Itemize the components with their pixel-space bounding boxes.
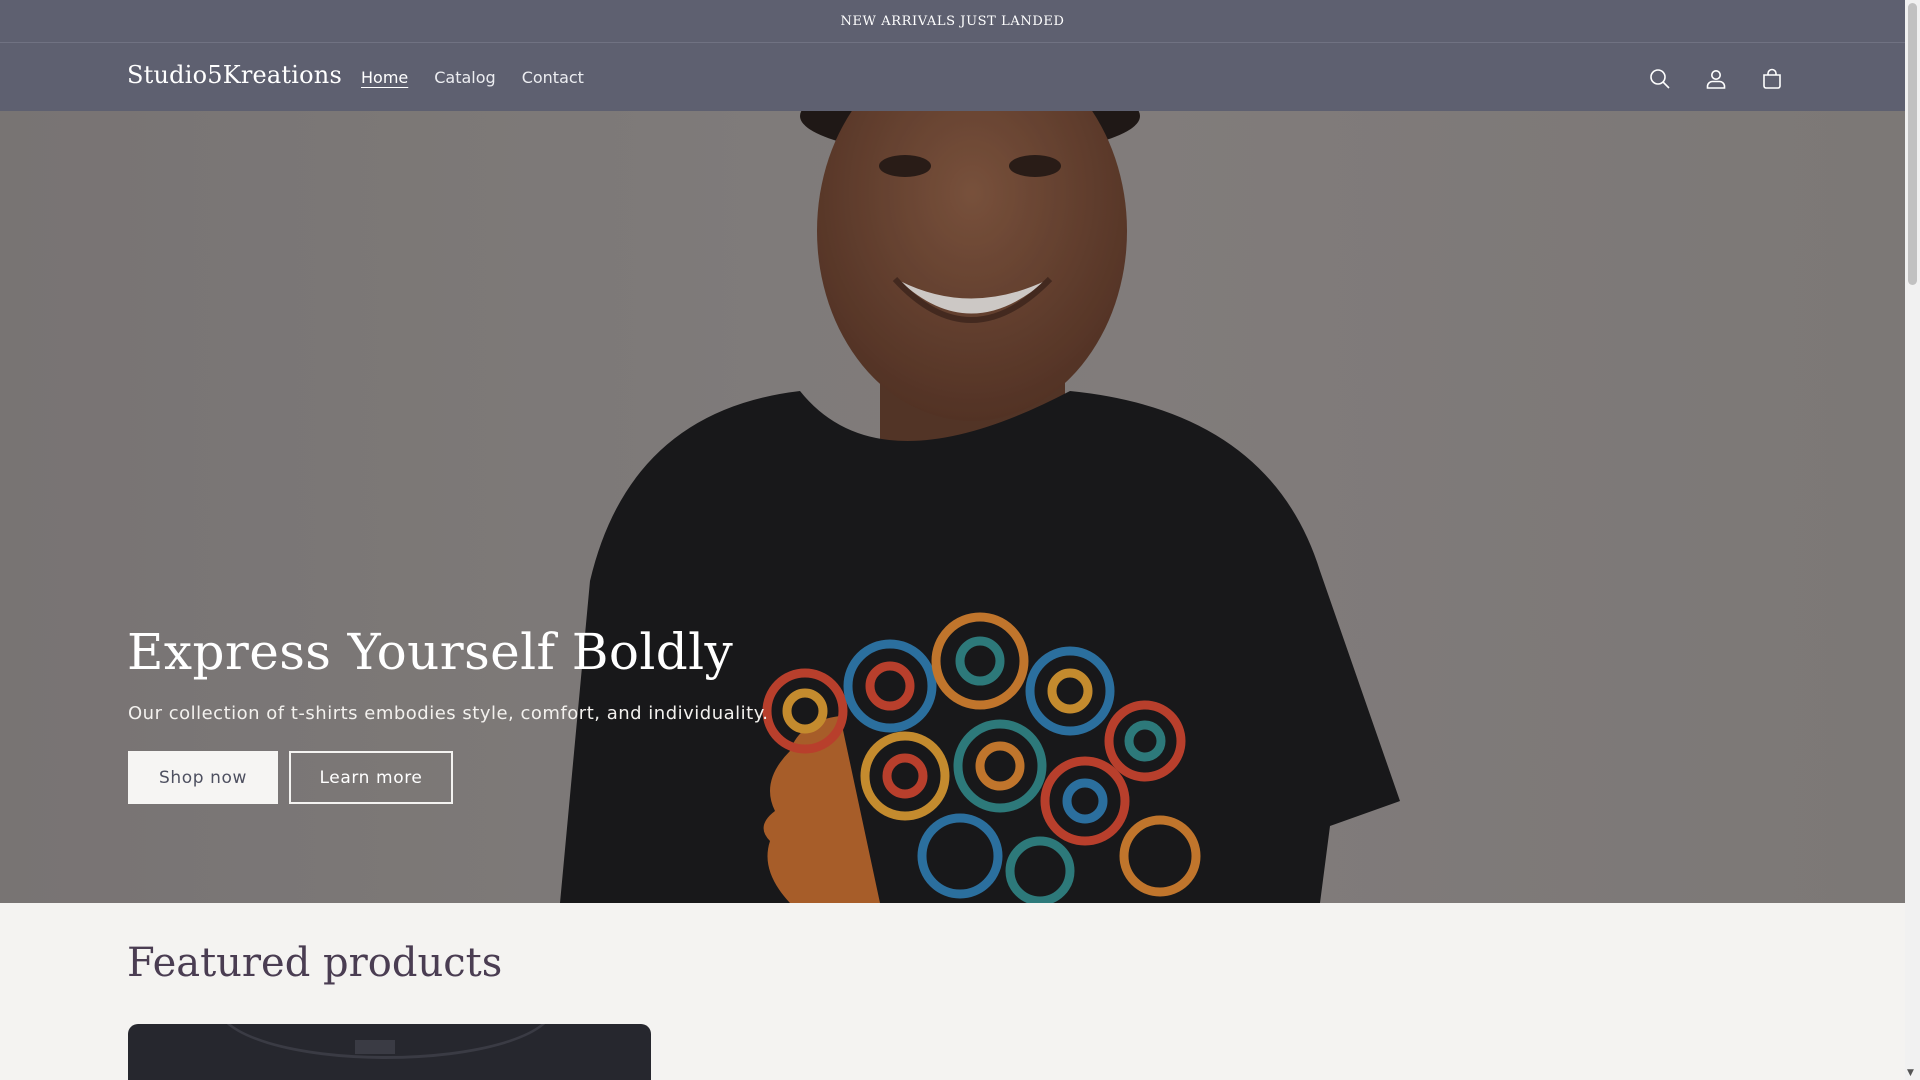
nav-item-catalog[interactable]: Catalog [434, 68, 495, 87]
hero-subtitle: Our collection of t-shirts embodies styl… [128, 703, 769, 724]
cart-icon[interactable] [1752, 59, 1792, 99]
announcement-text: NEW ARRIVALS JUST LANDED [840, 13, 1065, 29]
hero-banner: Express Yourself Boldly Our collection o… [0, 111, 1905, 903]
announcement-bar: NEW ARRIVALS JUST LANDED [0, 0, 1905, 43]
storefront-page: NEW ARRIVALS JUST LANDED Studio5Kreation… [0, 0, 1905, 1080]
nav-item-home[interactable]: Home [361, 68, 408, 87]
main-nav: Home Catalog Contact [361, 43, 584, 111]
hero-actions: Shop now Learn more [128, 751, 453, 804]
search-icon[interactable] [1640, 59, 1680, 99]
product-card[interactable] [128, 1024, 651, 1080]
shop-now-button[interactable]: Shop now [128, 751, 278, 804]
hero-title: Express Yourself Boldly [127, 623, 734, 681]
scroll-down-icon[interactable]: ▼ [1907, 1068, 1914, 1078]
store-logo[interactable]: Studio5Kreations [127, 61, 342, 89]
page-scrollbar[interactable]: ▼ [1905, 0, 1920, 1080]
header-actions [1640, 59, 1792, 99]
site-header: Studio5Kreations Home Catalog Contact [0, 43, 1905, 111]
nav-item-contact[interactable]: Contact [522, 68, 584, 87]
product-label-detail [355, 1040, 395, 1054]
scrollbar-thumb[interactable] [1908, 3, 1917, 285]
learn-more-button[interactable]: Learn more [289, 751, 453, 804]
account-icon[interactable] [1696, 59, 1736, 99]
featured-products-heading: Featured products [127, 940, 503, 986]
